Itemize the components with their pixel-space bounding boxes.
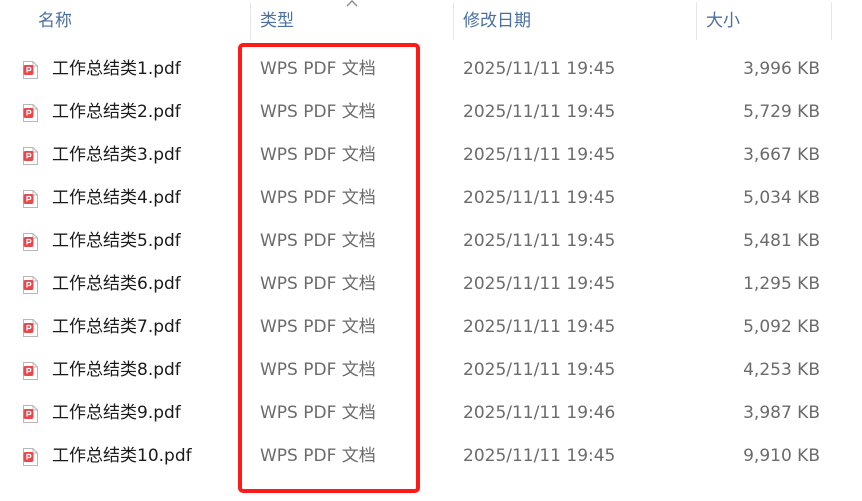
file-type: WPS PDF 文档 bbox=[260, 403, 376, 423]
column-header-name[interactable]: 名称 bbox=[38, 0, 72, 42]
pdf-file-icon bbox=[23, 319, 38, 337]
column-header-size[interactable]: 大小 bbox=[706, 0, 740, 42]
file-row[interactable]: 工作总结类6.pdf WPS PDF 文档 2025/11/11 19:45 1… bbox=[0, 263, 862, 306]
file-type: WPS PDF 文档 bbox=[260, 102, 376, 122]
file-name: 工作总结类2.pdf bbox=[52, 102, 181, 122]
file-row[interactable]: 工作总结类3.pdf WPS PDF 文档 2025/11/11 19:45 3… bbox=[0, 134, 862, 177]
file-size: 3,987 KB bbox=[743, 403, 820, 423]
pdf-file-icon bbox=[23, 276, 38, 294]
pdf-file-icon bbox=[23, 362, 38, 380]
file-type: WPS PDF 文档 bbox=[260, 231, 376, 251]
file-modified-date: 2025/11/11 19:45 bbox=[463, 317, 616, 337]
file-row[interactable]: 工作总结类5.pdf WPS PDF 文档 2025/11/11 19:45 5… bbox=[0, 220, 862, 263]
file-name: 工作总结类9.pdf bbox=[52, 403, 181, 423]
pdf-file-icon bbox=[23, 448, 38, 466]
file-modified-date: 2025/11/11 19:46 bbox=[463, 403, 616, 423]
file-modified-date: 2025/11/11 19:45 bbox=[463, 231, 616, 251]
file-row[interactable]: 工作总结类1.pdf WPS PDF 文档 2025/11/11 19:45 3… bbox=[0, 48, 862, 91]
file-type: WPS PDF 文档 bbox=[260, 446, 376, 466]
file-size: 5,729 KB bbox=[743, 102, 820, 122]
file-modified-date: 2025/11/11 19:45 bbox=[463, 446, 616, 466]
file-size: 1,295 KB bbox=[743, 274, 820, 294]
file-row[interactable]: 工作总结类2.pdf WPS PDF 文档 2025/11/11 19:45 5… bbox=[0, 91, 862, 134]
file-name: 工作总结类1.pdf bbox=[52, 59, 181, 79]
file-type: WPS PDF 文档 bbox=[260, 317, 376, 337]
file-row[interactable]: 工作总结类4.pdf WPS PDF 文档 2025/11/11 19:45 5… bbox=[0, 177, 862, 220]
pdf-file-icon bbox=[23, 233, 38, 251]
column-divider[interactable] bbox=[453, 2, 454, 40]
pdf-file-icon bbox=[23, 405, 38, 423]
file-rows: 工作总结类1.pdf WPS PDF 文档 2025/11/11 19:45 3… bbox=[0, 48, 862, 478]
file-size: 5,092 KB bbox=[743, 317, 820, 337]
column-header-bar: 名称 类型 修改日期 大小 bbox=[0, 0, 862, 42]
pdf-file-icon bbox=[23, 104, 38, 122]
file-modified-date: 2025/11/11 19:45 bbox=[463, 360, 616, 380]
file-type: WPS PDF 文档 bbox=[260, 145, 376, 165]
file-size: 4,253 KB bbox=[743, 360, 820, 380]
file-name: 工作总结类10.pdf bbox=[52, 446, 192, 466]
file-name: 工作总结类3.pdf bbox=[52, 145, 181, 165]
file-modified-date: 2025/11/11 19:45 bbox=[463, 188, 616, 208]
file-size: 5,034 KB bbox=[743, 188, 820, 208]
file-name: 工作总结类8.pdf bbox=[52, 360, 181, 380]
file-row[interactable]: 工作总结类9.pdf WPS PDF 文档 2025/11/11 19:46 3… bbox=[0, 392, 862, 435]
file-type: WPS PDF 文档 bbox=[260, 59, 376, 79]
pdf-file-icon bbox=[23, 147, 38, 165]
file-name: 工作总结类4.pdf bbox=[52, 188, 181, 208]
file-modified-date: 2025/11/11 19:45 bbox=[463, 145, 616, 165]
file-list-view: 名称 类型 修改日期 大小 工作总结类1.pdf WPS PDF 文档 2025… bbox=[0, 0, 862, 501]
file-modified-date: 2025/11/11 19:45 bbox=[463, 102, 616, 122]
pdf-file-icon bbox=[23, 61, 38, 79]
column-header-date[interactable]: 修改日期 bbox=[463, 0, 531, 42]
file-name: 工作总结类7.pdf bbox=[52, 317, 181, 337]
pdf-file-icon bbox=[23, 190, 38, 208]
file-size: 3,667 KB bbox=[743, 145, 820, 165]
column-divider[interactable] bbox=[250, 2, 251, 40]
file-row[interactable]: 工作总结类7.pdf WPS PDF 文档 2025/11/11 19:45 5… bbox=[0, 306, 862, 349]
chevron-up-icon bbox=[346, 0, 358, 7]
file-type: WPS PDF 文档 bbox=[260, 360, 376, 380]
file-row[interactable]: 工作总结类8.pdf WPS PDF 文档 2025/11/11 19:45 4… bbox=[0, 349, 862, 392]
column-divider[interactable] bbox=[831, 2, 832, 40]
file-name: 工作总结类6.pdf bbox=[52, 274, 181, 294]
file-type: WPS PDF 文档 bbox=[260, 274, 376, 294]
file-modified-date: 2025/11/11 19:45 bbox=[463, 274, 616, 294]
column-header-type[interactable]: 类型 bbox=[260, 0, 294, 42]
file-size: 3,996 KB bbox=[743, 59, 820, 79]
column-divider[interactable] bbox=[696, 2, 697, 40]
file-row[interactable]: 工作总结类10.pdf WPS PDF 文档 2025/11/11 19:45 … bbox=[0, 435, 862, 478]
file-name: 工作总结类5.pdf bbox=[52, 231, 181, 251]
file-type: WPS PDF 文档 bbox=[260, 188, 376, 208]
file-modified-date: 2025/11/11 19:45 bbox=[463, 59, 616, 79]
file-size: 9,910 KB bbox=[743, 446, 820, 466]
file-size: 5,481 KB bbox=[743, 231, 820, 251]
